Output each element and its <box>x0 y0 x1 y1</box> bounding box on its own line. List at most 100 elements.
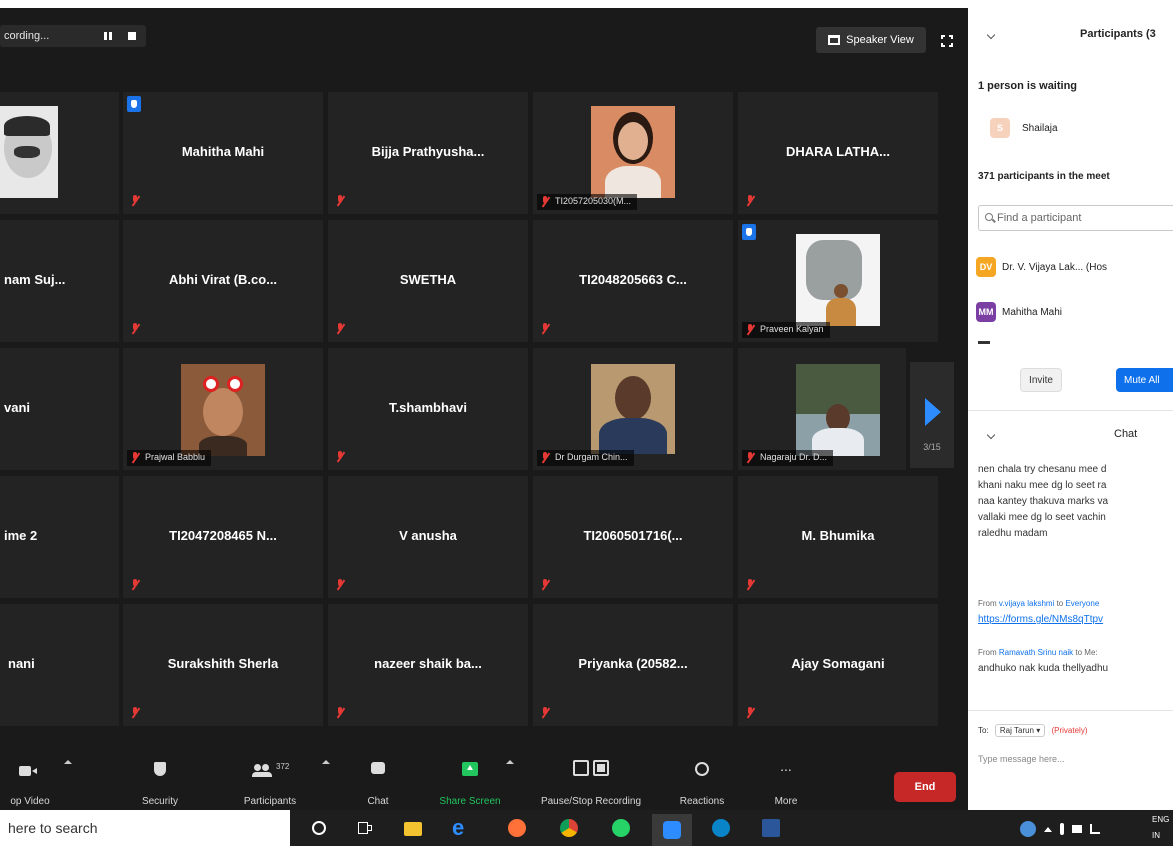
participant-name: ime 2 <box>4 528 38 543</box>
search-placeholder: Find a participant <box>997 212 1082 224</box>
video-tile[interactable]: Ajay Somagani <box>738 604 938 726</box>
mute-all-button[interactable]: Mute All <box>1116 368 1173 392</box>
video-tile[interactable]: nazeer shaik ba... <box>328 604 528 726</box>
more-dots-icon: ... <box>780 758 792 774</box>
video-tile[interactable]: Priyanka (20582... <box>533 604 733 726</box>
panel-divider <box>968 710 1173 711</box>
stop-video-button[interactable]: op Video <box>0 756 60 807</box>
microphone-icon[interactable] <box>1060 823 1064 835</box>
share-screen-button[interactable]: Share Screen <box>432 756 508 807</box>
mic-muted-icon <box>746 195 755 206</box>
chat-recipient-select[interactable]: Raj Tarun ▾ <box>994 724 1046 737</box>
participant-photo <box>0 106 58 198</box>
video-tile[interactable]: Nagaraju Dr. D... <box>738 348 906 470</box>
chat-bubble-icon <box>368 756 388 782</box>
video-tile[interactable]: Mahitha Mahi <box>123 92 323 214</box>
video-tile[interactable]: Dr Durgam Chin... <box>533 348 733 470</box>
video-tile[interactable]: TI2057205030(M... <box>533 92 733 214</box>
battery-icon[interactable] <box>1072 825 1082 833</box>
more-button[interactable]: ... More <box>766 756 806 807</box>
whatsapp-icon[interactable] <box>612 819 630 837</box>
chat-sender[interactable]: v.vijaya lakshmi <box>999 599 1054 608</box>
edge-legacy-icon[interactable]: e <box>452 817 470 839</box>
video-tile[interactable] <box>0 92 119 214</box>
video-tile[interactable]: Prajwal Babblu <box>123 348 323 470</box>
video-tile[interactable]: V anusha <box>328 476 528 598</box>
panel-divider <box>968 410 1173 411</box>
video-tile[interactable]: nani <box>0 604 119 726</box>
fullscreen-icon[interactable] <box>941 35 953 47</box>
video-tile[interactable]: vani <box>0 348 119 470</box>
participants-button[interactable]: 372 Participants <box>230 756 310 807</box>
next-page-button[interactable]: 3/15 <box>910 362 954 468</box>
mic-muted-icon <box>746 707 755 718</box>
share-options-caret[interactable] <box>506 760 514 764</box>
participants-options-caret[interactable] <box>322 760 330 764</box>
word-icon[interactable] <box>762 819 780 837</box>
video-tile[interactable]: TI2047208465 N... <box>123 476 323 598</box>
zoom-taskbar-slot[interactable] <box>652 814 692 846</box>
reactions-button[interactable]: Reactions <box>672 756 732 807</box>
meeting-toolbar: op Video Security 372 Participants Chat <box>0 748 968 810</box>
video-tile[interactable]: T.shambhavi <box>328 348 528 470</box>
participant-name: nam Suj... <box>4 272 66 287</box>
video-tile[interactable]: Bijja Prathyusha... <box>328 92 528 214</box>
participant-name: T.shambhavi <box>388 400 468 415</box>
video-tile[interactable]: TI2048205663 C... <box>533 220 733 342</box>
task-view-icon[interactable] <box>356 819 374 837</box>
avatar: MM <box>976 302 996 322</box>
waiting-participant-name[interactable]: Shailaja <box>1022 123 1173 134</box>
participant-photo <box>591 106 675 198</box>
side-panel: Participants (3 1 person is waiting S Sh… <box>968 8 1173 810</box>
weather-icon[interactable] <box>1020 821 1036 837</box>
end-meeting-button[interactable]: End <box>894 772 956 802</box>
video-tile[interactable]: Praveen Kalyan <box>738 220 938 342</box>
edge-icon[interactable] <box>712 819 730 837</box>
chat-link[interactable]: https://forms.gle/NMs8qTtpv <box>978 612 1173 628</box>
video-tile[interactable]: Abhi Virat (B.co... <box>123 220 323 342</box>
mic-muted-icon <box>336 195 345 206</box>
video-tile[interactable]: SWETHA <box>328 220 528 342</box>
participant-name: V anusha <box>399 528 457 543</box>
network-icon[interactable] <box>1090 824 1100 834</box>
participant-name: Surakshith Sherla <box>167 656 279 671</box>
participant-list-item[interactable]: Mahitha Mahi <box>1002 307 1173 318</box>
pause-recording-icon[interactable] <box>104 32 114 40</box>
video-tile[interactable]: M. Bhumika <box>738 476 938 598</box>
page-indicator: 3/15 <box>923 442 941 452</box>
video-options-caret[interactable] <box>64 760 72 764</box>
stop-recording-icon[interactable] <box>128 32 136 40</box>
taskbar-search-box[interactable]: here to search <box>0 810 290 846</box>
share-screen-icon <box>460 756 480 782</box>
cortana-icon[interactable] <box>312 821 326 835</box>
show-hidden-icons-chevron-icon[interactable] <box>1044 826 1052 832</box>
pause-stop-recording-button[interactable]: Pause/Stop Recording <box>528 756 654 807</box>
mic-muted-icon <box>746 579 755 590</box>
security-button[interactable]: Security <box>132 756 188 807</box>
chat-sender[interactable]: Ramavath Srinu naik <box>999 648 1073 657</box>
find-participant-search[interactable]: Find a participant <box>978 205 1173 231</box>
mic-muted-icon <box>131 707 140 718</box>
video-tile[interactable]: DHARA LATHA... <box>738 92 938 214</box>
participants-icon: 372 <box>250 756 290 782</box>
file-explorer-icon[interactable] <box>404 822 422 836</box>
video-tile[interactable]: TI2060501716(... <box>533 476 733 598</box>
chat-button[interactable]: Chat <box>360 756 396 807</box>
participant-list-item[interactable]: Dr. V. Vijaya Lak... (Hos <box>1002 262 1173 273</box>
search-icon <box>985 213 993 221</box>
collapse-chat-chevron-icon[interactable] <box>986 430 996 440</box>
mic-muted-icon <box>746 452 755 463</box>
collapse-participants-chevron-icon[interactable] <box>986 30 996 40</box>
mic-muted-icon <box>746 324 755 335</box>
video-tile[interactable]: nam Suj... <box>0 220 119 342</box>
video-tile[interactable]: Surakshith Sherla <box>123 604 323 726</box>
video-tile[interactable]: ime 2 <box>0 476 119 598</box>
invite-button[interactable]: Invite <box>1020 368 1062 392</box>
chat-message-input[interactable]: Type message here... <box>978 754 1173 764</box>
mic-muted-icon <box>336 451 345 462</box>
firefox-icon[interactable] <box>508 819 526 837</box>
speaker-view-button[interactable]: Speaker View <box>816 27 926 53</box>
language-indicator[interactable]: ENG IN <box>1152 812 1169 844</box>
chrome-icon[interactable] <box>560 819 578 837</box>
participant-name: Mahitha Mahi <box>181 144 265 159</box>
